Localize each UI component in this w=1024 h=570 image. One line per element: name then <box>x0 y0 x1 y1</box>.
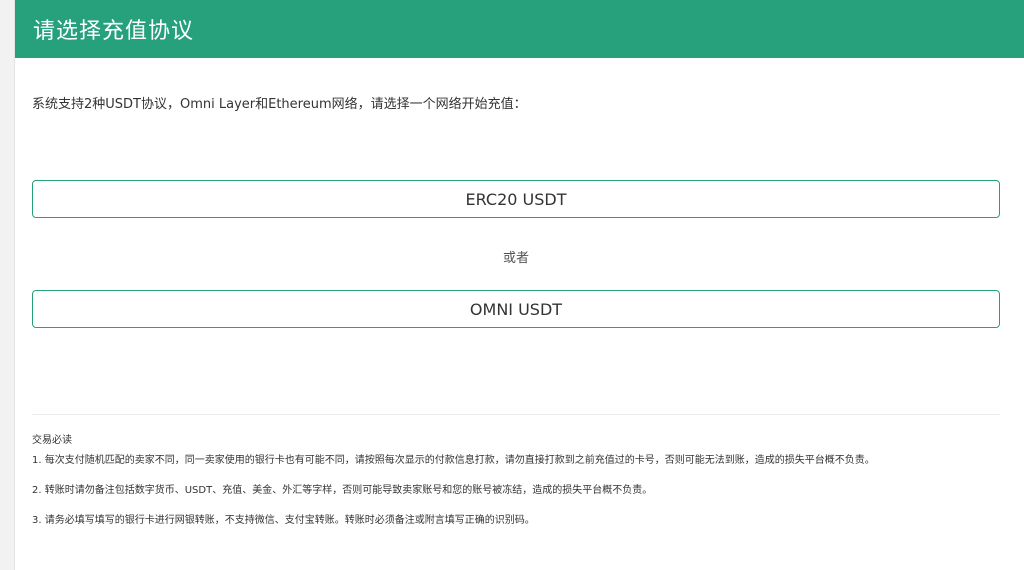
omni-usdt-label: OMNI USDT <box>469 299 563 319</box>
omni-usdt-button[interactable]: OMNI USDT <box>32 290 1000 328</box>
notice-title: 交易必读 <box>32 435 72 446</box>
recharge-panel: 请选择充值协议 系统支持2种USDT协议，Omni Layer和Ethereum… <box>14 0 1024 570</box>
notice-item-1: 1. 每次支付随机匹配的卖家不同，同一卖家使用的银行卡也有可能不同，请按照每次显… <box>32 455 875 466</box>
page-header: 请选择充值协议 <box>15 0 1024 58</box>
trade-notice: 交易必读 1. 每次支付随机匹配的卖家不同，同一卖家使用的银行卡也有可能不同，请… <box>32 431 1007 544</box>
intro-text: 系统支持2种USDT协议，Omni Layer和Ethereum网络，请选择一个… <box>32 97 527 112</box>
notice-item-3: 3. 请务必填写填写的银行卡进行网银转账，不支持微信、支付宝转账。转账时必须备注… <box>32 515 535 526</box>
or-separator-text: 或者 <box>502 251 529 266</box>
page-title: 请选择充值协议 <box>33 19 195 44</box>
erc20-usdt-label: ERC20 USDT <box>465 189 567 209</box>
erc20-usdt-button[interactable]: ERC20 USDT <box>32 180 1000 218</box>
notice-item-2: 2. 转账时请勿备注包括数字货币、USDT、充值、美金、外汇等字样，否则可能导致… <box>32 485 653 496</box>
section-divider <box>32 414 1000 415</box>
